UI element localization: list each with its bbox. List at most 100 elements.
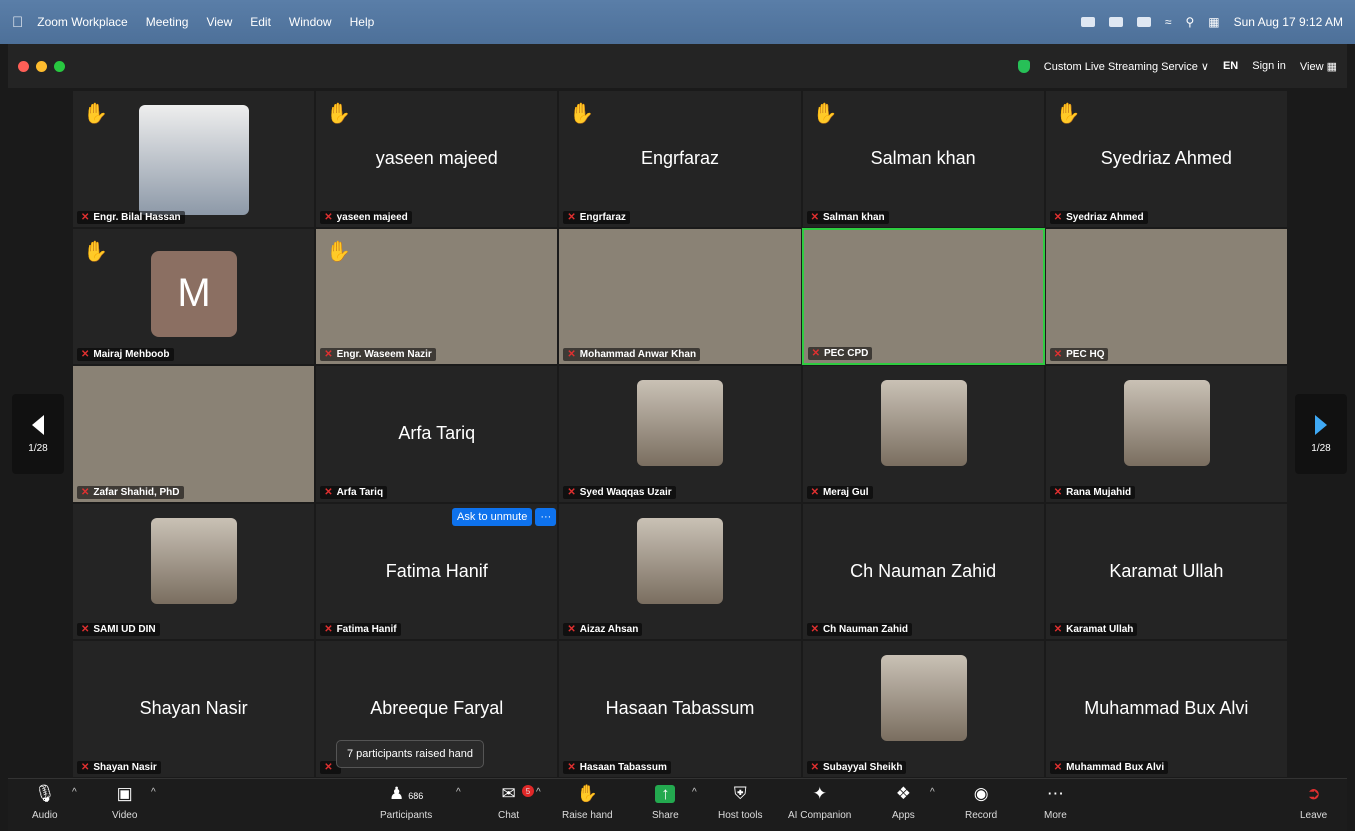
participant-tile[interactable]: ✋ ✕ Engr. Waseem Nazir (315, 227, 559, 366)
participant-tile[interactable]: Hasaan Tabassum ✕ Hasaan Tabassum (558, 640, 802, 778)
participant-tile[interactable]: ✕ Meraj Gul (801, 365, 1045, 503)
participant-display-name: Muhammad Bux Alvi (1084, 698, 1249, 719)
participant-tile[interactable]: Arfa Tariq ✕ Arfa Tariq (315, 365, 559, 503)
raised-hand-tooltip: 7 participants raised hand (336, 740, 484, 768)
next-page-button[interactable]: 1/28 (1295, 394, 1347, 474)
leave-label: Leave (1300, 810, 1328, 821)
chat-button[interactable]: ✉ 5 Chat (498, 785, 534, 821)
participants-button[interactable]: ♟ 686 Participants (380, 785, 432, 822)
close-window-button[interactable] (18, 60, 29, 72)
participant-tile[interactable]: ✕ SAMI UD DIN (72, 502, 316, 641)
zoom-status-icon[interactable] (1080, 17, 1095, 27)
zoom-window-button[interactable] (54, 60, 65, 72)
participant-tile[interactable]: ✕ PEC CPD (801, 227, 1045, 366)
participant-name-tag: ✕ PEC HQ (1049, 348, 1109, 362)
view-button[interactable]: View ▦ (1300, 60, 1337, 73)
participant-name: PEC CPD (823, 348, 869, 360)
participant-name-tag: ✕ Hasaan Tabassum (563, 760, 671, 774)
apps-label: Apps (892, 810, 915, 821)
participant-name: Subayyal Sheikh (822, 761, 903, 773)
menu-meeting[interactable]: Meeting (146, 15, 189, 29)
participant-name: Zafar Shahid, PhD (93, 486, 180, 498)
muted-mic-icon: ✕ (1053, 486, 1063, 498)
menu-view[interactable]: View (206, 15, 232, 29)
participant-tile[interactable]: M ✋ ✕ Mairaj Mehboob (72, 227, 316, 366)
participants-options-caret[interactable]: ^ (456, 787, 461, 798)
language-button[interactable]: EN (1223, 60, 1238, 72)
participant-tile[interactable]: Ch Nauman Zahid ✕ Ch Nauman Zahid (801, 502, 1045, 641)
participant-tile[interactable]: ✕ Rana Mujahid (1044, 365, 1288, 503)
participant-name-tag: ✕ yaseen majeed (320, 210, 412, 224)
minimize-window-button[interactable] (36, 60, 47, 72)
muted-mic-icon: ✕ (810, 211, 819, 223)
participant-name-tag: ✕ Syedriaz Ahmed (1049, 210, 1148, 224)
video-button[interactable]: ▣ Video (112, 785, 137, 822)
menu-edit[interactable]: Edit (250, 15, 271, 29)
prev-page-button[interactable]: 1/28 (12, 394, 64, 474)
audio-button[interactable]: 🎙 Audio (32, 785, 58, 822)
participant-tile[interactable]: Shayan Nasir ✕ Shayan Nasir (72, 640, 316, 778)
muted-mic-icon: ✕ (811, 348, 820, 360)
video-options-caret[interactable]: ^ (151, 787, 156, 798)
participant-name-tag: ✕ Ch Nauman Zahid (806, 623, 912, 637)
apple-icon[interactable]:  (12, 14, 23, 31)
participant-photo (880, 655, 967, 742)
sign-in-button[interactable]: Sign in (1252, 60, 1286, 72)
chat-unread-badge: 5 (522, 785, 534, 797)
record-icon: ◉ (973, 784, 989, 803)
participant-tile[interactable]: Salman khan ✋ ✕ Salman khan (801, 90, 1045, 228)
participant-tile[interactable]: ✋ ✕ Engr. Bilal Hassan (72, 90, 316, 228)
muted-mic-icon: ✕ (1053, 624, 1063, 636)
record-button[interactable]: ◉ Record (965, 784, 997, 822)
participant-tile[interactable]: ✕ Zafar Shahid, PhD (72, 365, 316, 503)
participant-tile[interactable]: Karamat Ullah ✕ Karamat Ullah (1044, 502, 1288, 641)
muted-mic-icon: ✕ (81, 624, 90, 636)
share-options-caret[interactable]: ^ (692, 787, 697, 798)
participant-name: Fatima Hanif (336, 624, 397, 636)
participant-tile[interactable]: Muhammad Bux Alvi ✕ Muhammad Bux Alvi (1044, 640, 1288, 778)
muted-mic-icon: ✕ (81, 486, 90, 498)
share-button[interactable]: ↑ Share (652, 785, 679, 822)
more-button[interactable]: ⋯ More (1044, 785, 1067, 822)
streaming-dropdown[interactable]: Custom Live Streaming Service ∨ (1044, 60, 1209, 73)
video-stage: 1/28 ✋ ✕ Engr. Bilal Hassan yaseen majeed ✋ ✕… (8, 88, 1347, 778)
grid-icon: ▦ (1326, 60, 1337, 73)
control-center-icon[interactable]: ▦ (1208, 15, 1219, 29)
participant-tile[interactable]: yaseen majeed ✋ ✕ yaseen majeed (315, 90, 559, 228)
search-icon[interactable]: ⚲ (1185, 15, 1194, 29)
participant-tile[interactable]: ✕ Aizaz Ahsan (558, 502, 802, 641)
participant-display-name: Salman khan (870, 148, 976, 168)
participant-tile[interactable]: Syedriaz Ahmed ✋ ✕ Syedriaz Ahmed (1044, 90, 1288, 228)
chat-options-caret[interactable]: ^ (536, 787, 541, 798)
apps-button[interactable]: ❖ Apps (892, 785, 915, 822)
participant-tile[interactable]: ✕ Subayyal Sheikh (801, 640, 1045, 778)
raise-hand-button[interactable]: ✋ Raise hand (562, 785, 613, 822)
participant-tile[interactable]: ✕ Syed Waqqas Uzair (558, 365, 802, 503)
menu-help[interactable]: Help (350, 15, 375, 29)
ai-companion-button[interactable]: ✦ AI Companion (788, 785, 851, 822)
unmute-more-button[interactable]: ··· (535, 508, 557, 526)
participant-display-name: Ch Nauman Zahid (850, 560, 997, 581)
raised-hand-icon: ✋ (326, 103, 352, 125)
ask-to-unmute-button[interactable]: Ask to unmute (452, 508, 533, 526)
menu-window[interactable]: Window (289, 15, 332, 29)
leave-button[interactable]: ➲ Leave (1300, 784, 1328, 822)
menu-app-name[interactable]: Zoom Workplace (37, 15, 127, 29)
audio-options-caret[interactable]: ^ (72, 787, 77, 798)
participant-display-name: Arfa Tariq (398, 423, 476, 444)
raised-hand-icon: ✋ (83, 240, 108, 263)
wifi-icon[interactable]: ≈ (1165, 15, 1172, 29)
host-tools-button[interactable]: ⛨ Host tools (718, 785, 762, 822)
menu-clock[interactable]: Sun Aug 17 9:12 AM (1234, 15, 1343, 29)
participant-tile[interactable]: ✕ Mohammad Anwar Khan (558, 227, 802, 366)
participant-tile[interactable]: Engrfaraz ✋ ✕ Engrfaraz (558, 90, 802, 228)
leave-icon: ➲ (1306, 784, 1321, 803)
muted-mic-icon: ✕ (567, 486, 576, 498)
raised-hand-icon: ✋ (569, 103, 595, 125)
battery-icon[interactable] (1136, 17, 1151, 27)
participant-name-tag: ✕ SAMI UD DIN (77, 623, 160, 637)
security-shield-icon[interactable] (1017, 59, 1030, 73)
apps-options-caret[interactable]: ^ (930, 787, 935, 798)
cast-icon[interactable] (1108, 17, 1123, 27)
participant-tile[interactable]: ✕ PEC HQ (1044, 227, 1288, 366)
